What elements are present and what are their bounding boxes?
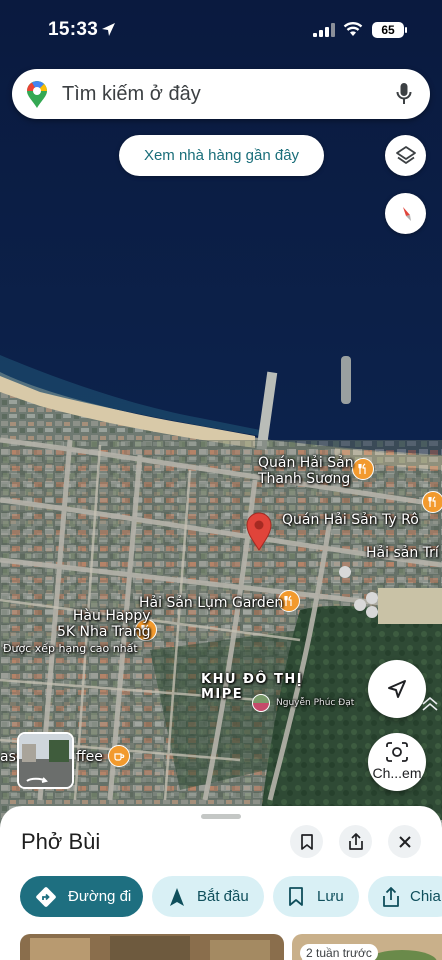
- chevron-up-icon[interactable]: [421, 696, 439, 712]
- map-label-nguyen-phuc-dat[interactable]: Nguyễn Phúc Đạt: [276, 698, 354, 708]
- map-label-hau-happy[interactable]: Hàu Happy 5K Nha Trang: [57, 608, 151, 640]
- compass-button[interactable]: [385, 193, 426, 234]
- share-place-button[interactable]: [339, 825, 372, 858]
- place-name: Phở Bùi: [21, 829, 101, 854]
- start-navigation-button[interactable]: Bắt đầu: [152, 876, 264, 917]
- lens-search-button[interactable]: Ch...em: [368, 733, 426, 791]
- restaurant-icon[interactable]: [422, 491, 442, 513]
- coffee-icon[interactable]: [108, 745, 130, 767]
- save-place-button[interactable]: [290, 825, 323, 858]
- save-label: Lưu: [317, 888, 344, 905]
- camera-lens-icon: [386, 742, 408, 762]
- status-time: 15:33: [48, 19, 99, 40]
- map-label-quan-hai-san-thanh-suong[interactable]: Quán Hải Sản Thanh Sương: [258, 455, 354, 487]
- battery-tip: [405, 27, 407, 33]
- map-label-top-rated: Được xếp hạng cao nhất: [3, 642, 138, 655]
- close-icon: [398, 835, 411, 848]
- map-label-hai-san-lum-garden[interactable]: Hải Sản Lụm Garden: [139, 595, 283, 611]
- place-bottom-sheet[interactable]: Phở Bùi Đường đi Bắt đầu Lưu Chia 2 tuần…: [0, 806, 442, 960]
- directions-icon: [36, 886, 56, 907]
- battery-level: 65: [381, 23, 395, 37]
- google-maps-logo-icon: [27, 81, 47, 108]
- share-label: Chia: [410, 888, 441, 905]
- share-button[interactable]: Chia: [368, 876, 442, 917]
- share-icon: [383, 886, 399, 907]
- start-label: Bắt đầu: [197, 888, 249, 905]
- map-label-line: Quán Hải Sản: [258, 455, 354, 471]
- share-icon: [348, 832, 363, 850]
- compass-icon: [402, 206, 411, 221]
- restaurant-icon[interactable]: [352, 458, 374, 480]
- map-label-quan-hai-san-ty-ro[interactable]: Quán Hải Sản Ty Rô: [282, 512, 419, 528]
- status-bar: 15:33 65: [0, 0, 442, 58]
- bookmark-icon: [300, 833, 313, 850]
- nearby-restaurants-chip[interactable]: Xem nhà hàng gần đây: [119, 135, 324, 176]
- directions-label: Đường đi: [68, 888, 132, 905]
- street-view-thumbnail[interactable]: [17, 732, 74, 789]
- my-location-button[interactable]: [368, 660, 426, 718]
- layers-icon: [395, 145, 416, 164]
- map-label-coffee-right[interactable]: ffee: [76, 749, 103, 765]
- street-view-image: [19, 734, 72, 787]
- chip-label: Xem nhà hàng gần đây: [143, 147, 300, 164]
- navigation-arrow-icon: [388, 680, 406, 698]
- cellular-signal-icon: [313, 23, 335, 37]
- microphone-icon[interactable]: [396, 82, 412, 106]
- map-label-hai-san-tri[interactable]: Hải sản Trí N: [366, 545, 442, 561]
- map-label-line: Thanh Sương: [258, 471, 351, 488]
- map-label-line: KHU ĐÔ THỊ: [201, 672, 304, 687]
- save-button[interactable]: Lưu: [273, 876, 359, 917]
- map-layers-button[interactable]: [385, 135, 426, 176]
- navigation-arrow-icon: [170, 887, 184, 906]
- battery-indicator: 65: [372, 22, 404, 38]
- wifi-icon: [343, 22, 363, 36]
- photo-image: [20, 934, 284, 960]
- map-label-line: Hàu Happy: [72, 608, 151, 624]
- photo-age-label: 2 tuần trước: [300, 944, 378, 960]
- search-input[interactable]: Tìm kiếm ở đây: [62, 83, 201, 106]
- close-button[interactable]: [388, 825, 421, 858]
- directions-button[interactable]: Đường đi: [20, 876, 143, 917]
- drag-handle[interactable]: [201, 814, 241, 819]
- map-label-line: 5K Nha Trang: [57, 624, 151, 641]
- lens-button-label: Ch...em: [372, 765, 422, 781]
- place-photo[interactable]: 2 tuần trước: [292, 934, 442, 960]
- location-arrow-icon: [102, 23, 115, 36]
- search-bar[interactable]: Tìm kiếm ở đây: [12, 69, 430, 119]
- place-photo[interactable]: [20, 934, 284, 960]
- bookmark-icon: [289, 887, 303, 906]
